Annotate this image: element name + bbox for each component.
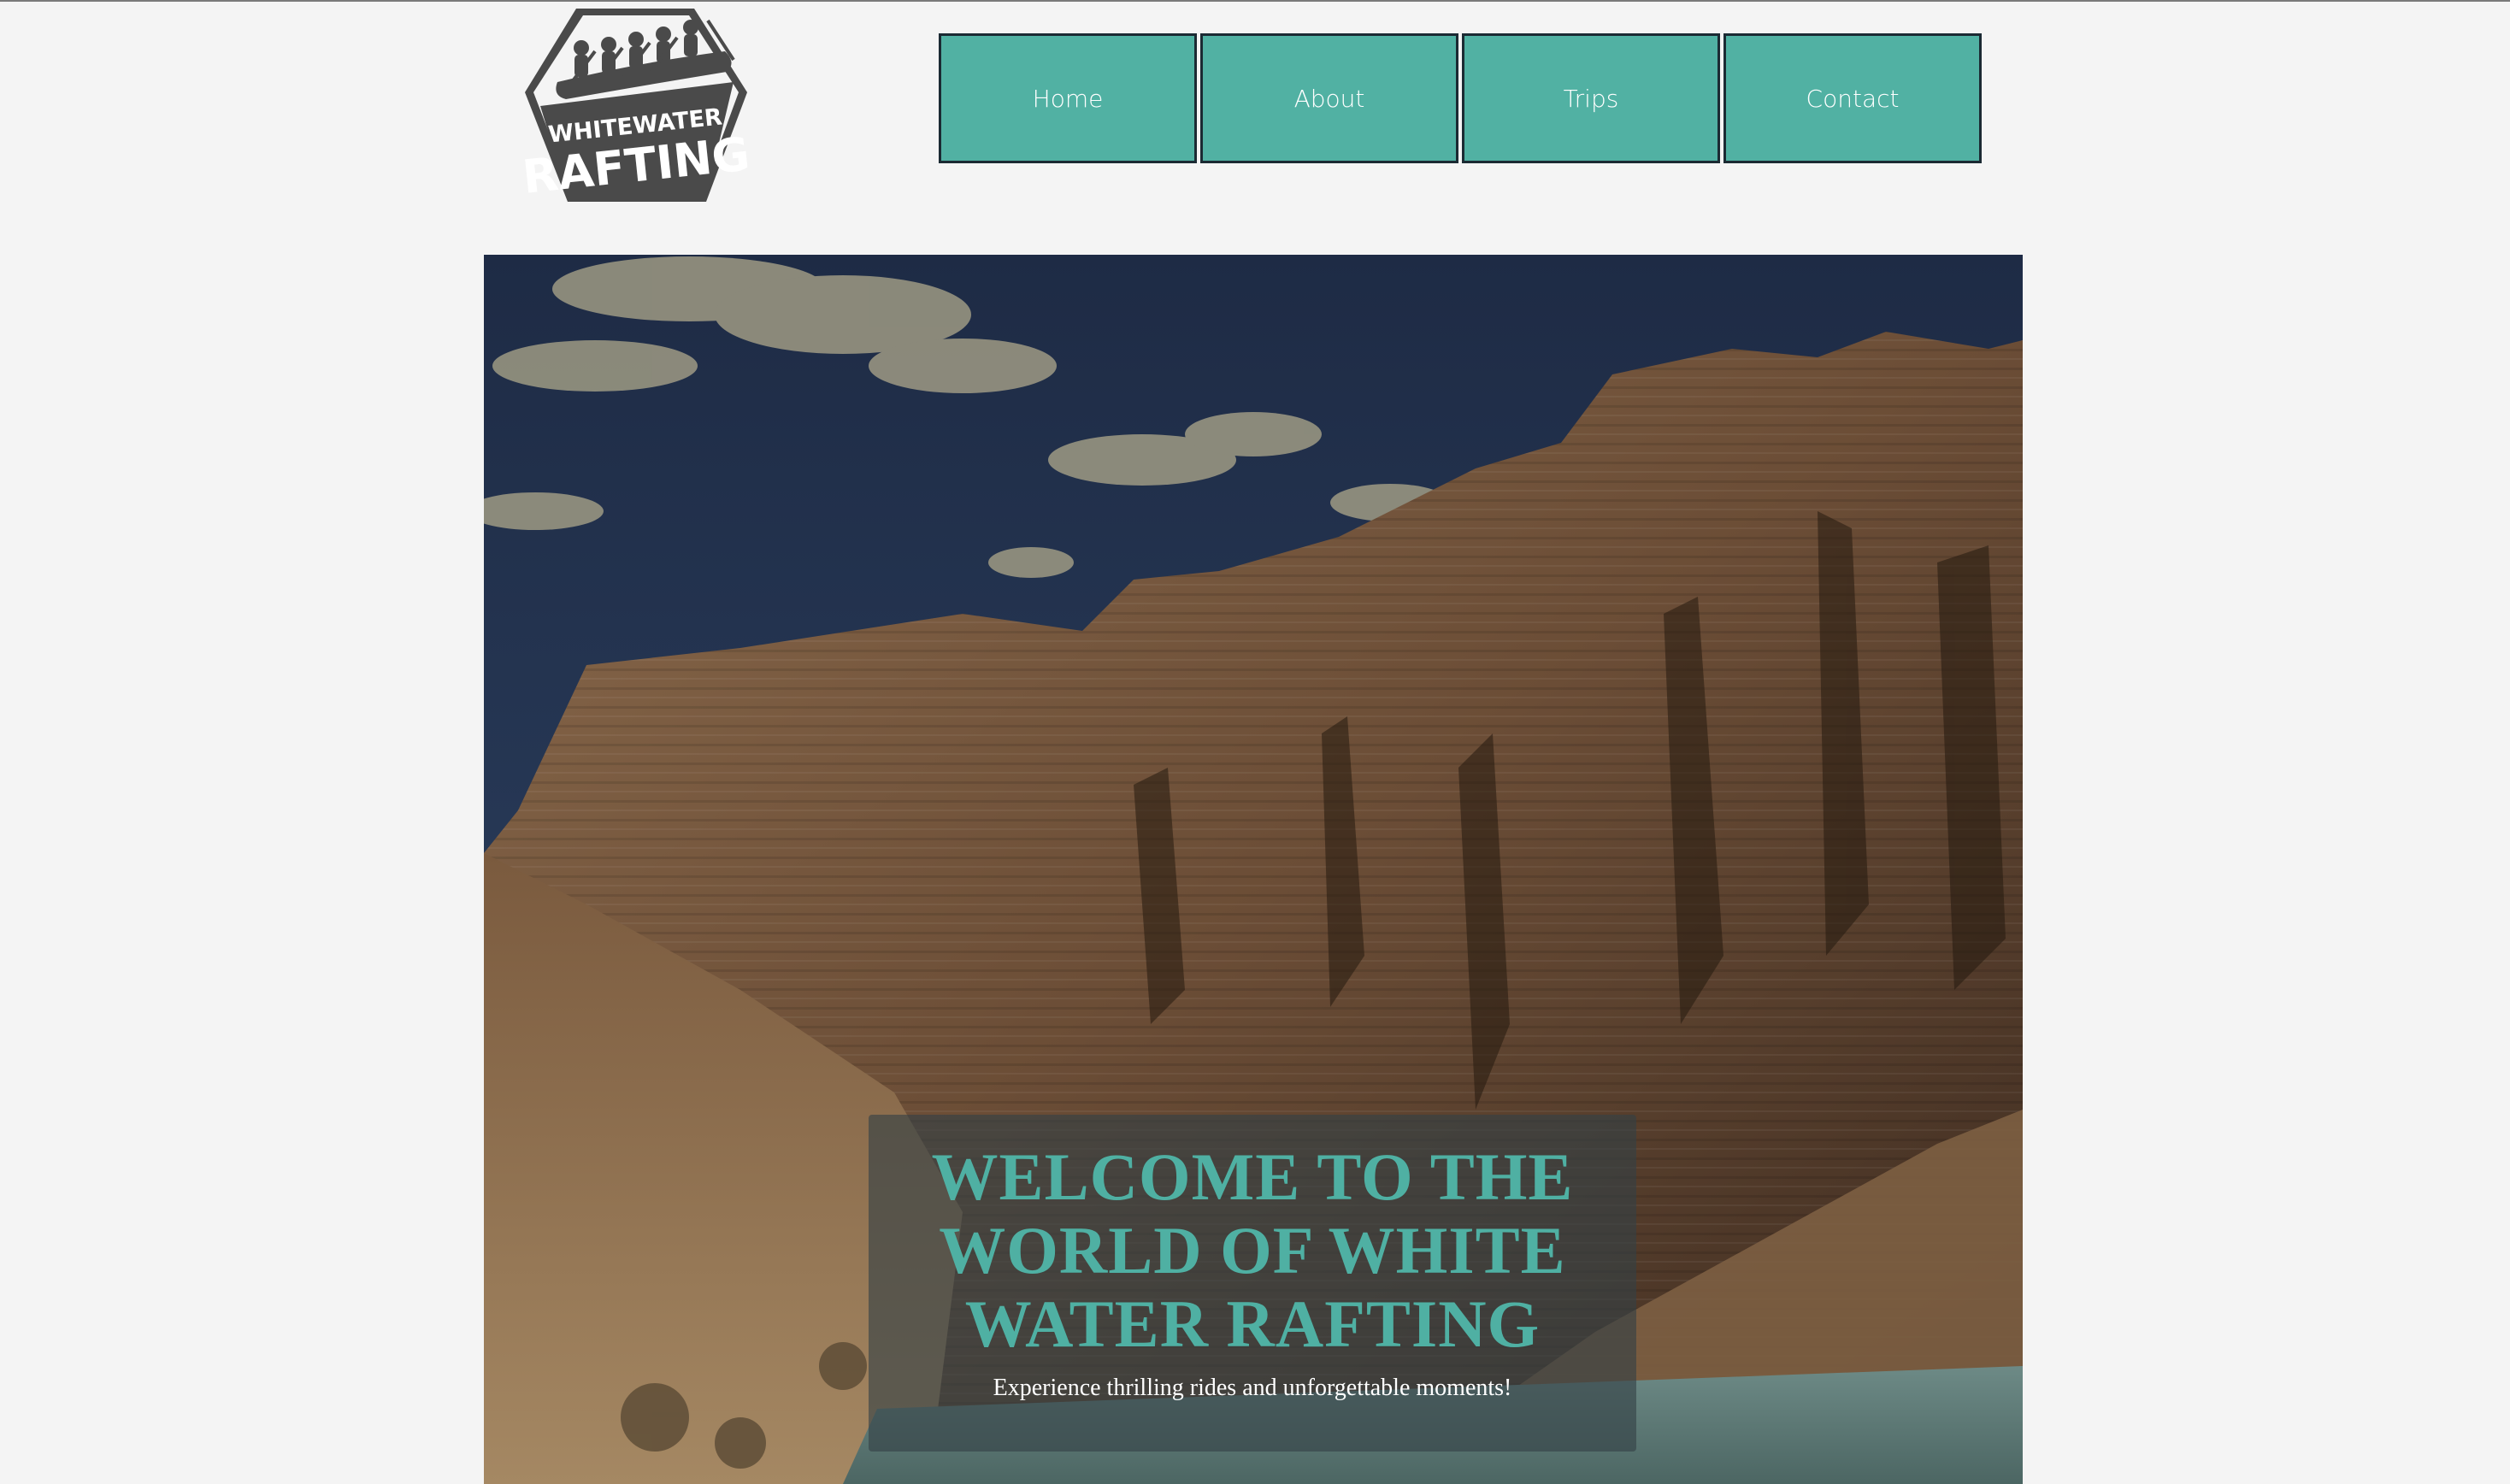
nav-trips[interactable]: Trips (1462, 33, 1720, 163)
hero-heading: WELCOME TO THE WORLD OF WHITE WATER RAFT… (931, 1140, 1574, 1361)
site-logo[interactable]: WHITEWATER RAFTING (523, 3, 749, 205)
nav-home[interactable]: Home (939, 33, 1197, 163)
top-border (0, 0, 2510, 2)
raft-logo-icon: WHITEWATER RAFTING (523, 9, 749, 204)
nav-about[interactable]: About (1200, 33, 1458, 163)
nav-contact[interactable]: Contact (1723, 33, 1982, 163)
main-nav: Home About Trips Contact (939, 33, 1982, 163)
hero-caption: WELCOME TO THE WORLD OF WHITE WATER RAFT… (869, 1115, 1636, 1452)
hero-subheading: Experience thrilling rides and unforgett… (993, 1375, 1512, 1401)
hero-section: WELCOME TO THE WORLD OF WHITE WATER RAFT… (484, 255, 2023, 1484)
